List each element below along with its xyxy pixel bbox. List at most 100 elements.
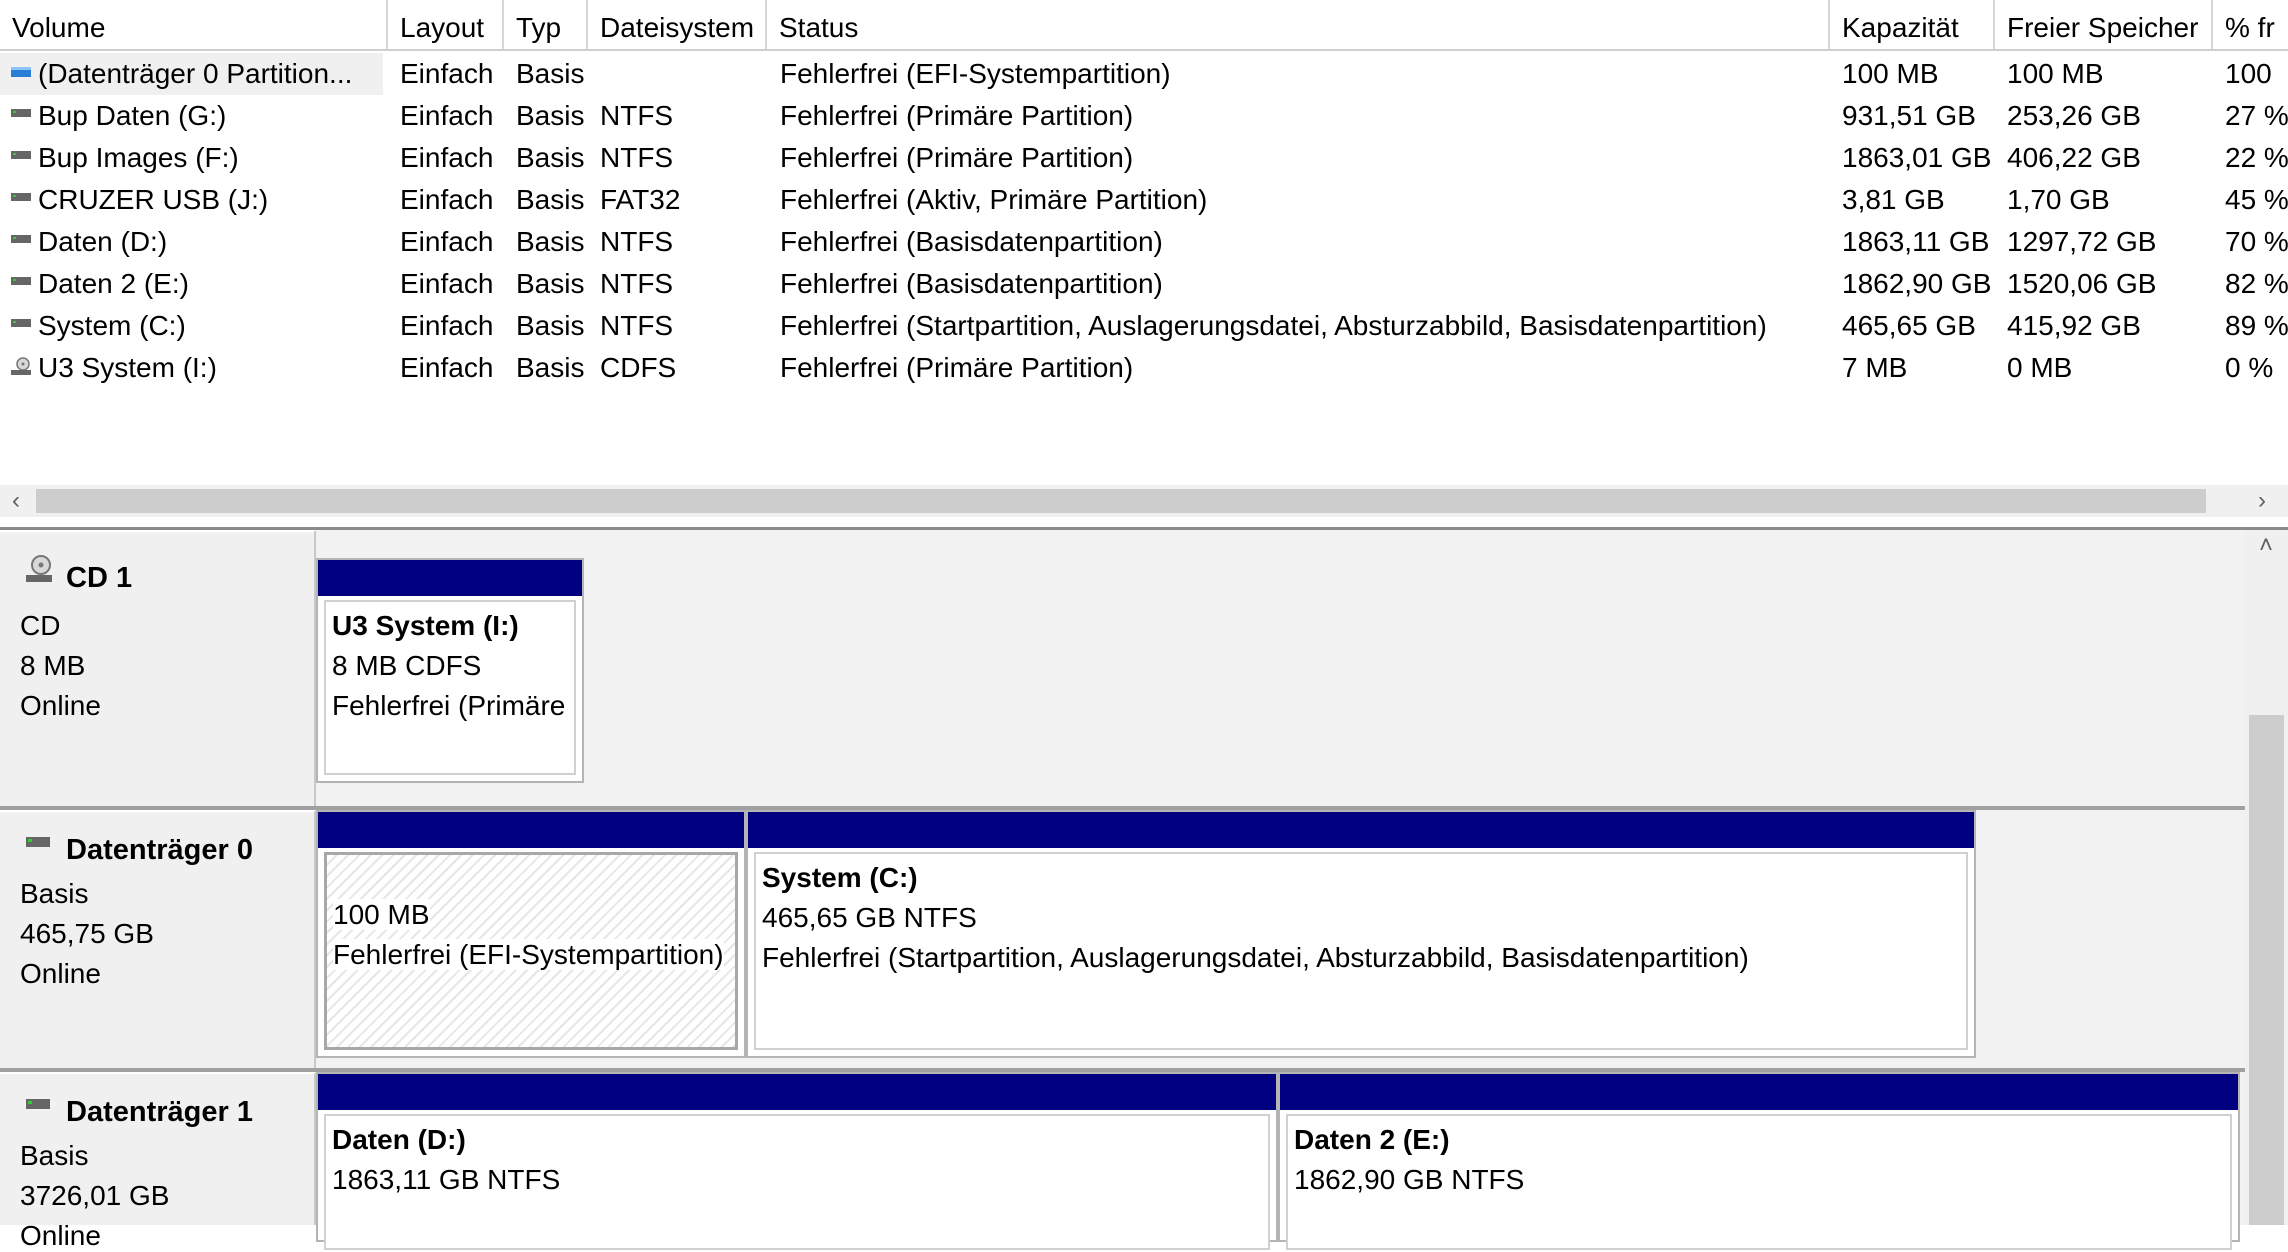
- volume-row[interactable]: Bup Daten (G:) Einfach Basis NTFS Fehlerfrei…: [0, 95, 2288, 137]
- drive-icon: [11, 193, 31, 201]
- volume-name: Daten (D:): [38, 226, 168, 257]
- volume-status-cell: Fehlerfrei (Basisdatenpartition): [780, 226, 1163, 257]
- volume-name-cell: Bup Daten (G:): [0, 95, 383, 137]
- scroll-right-icon[interactable]: ›: [2246, 485, 2278, 517]
- volume-row[interactable]: Daten 2 (E:) Einfach Basis NTFS Fehlerfrei (…: [0, 263, 2288, 305]
- column-header-percent-free[interactable]: % fr: [2213, 0, 2288, 49]
- drive-icon: [26, 1099, 50, 1109]
- partition-system-c[interactable]: System (C:) 465,65 GB NTFS Fehlerfrei (S…: [746, 810, 1976, 1058]
- volume-name-cell: (Datenträger 0 Partition...: [0, 53, 383, 95]
- volume-layout-cell: Einfach: [400, 142, 494, 173]
- scroll-left-icon[interactable]: ‹: [0, 485, 32, 517]
- volume-free-cell: 100 MB: [2007, 58, 2104, 89]
- volume-typ-cell: Basis: [516, 58, 585, 89]
- partition-body: Daten (D:) 1863,11 GB NTFS: [324, 1114, 1270, 1250]
- partition-efi[interactable]: 100 MB Fehlerfrei (EFI-Systempartition): [316, 810, 746, 1058]
- disk-label-cd1[interactable]: CD 1 CD 8 MB Online: [0, 530, 316, 806]
- drive-icon: [11, 319, 31, 327]
- volume-pct-cell: 89 %: [2225, 310, 2288, 341]
- drive-icon: [11, 151, 31, 159]
- volume-name-cell: Daten 2 (E:): [0, 263, 383, 305]
- volume-layout-cell: Einfach: [400, 268, 494, 299]
- column-header-typ[interactable]: Typ: [504, 0, 588, 49]
- volume-fs-cell: NTFS: [600, 268, 674, 299]
- volume-fs-cell: NTFS: [600, 142, 674, 173]
- partition-size: 100 MB: [333, 899, 430, 930]
- disk-label-disk1[interactable]: Datenträger 1 Basis 3726,01 GB Online: [0, 1072, 316, 1251]
- volume-pct-cell: 22 %: [2225, 142, 2288, 173]
- volume-pct-cell: 100: [2225, 58, 2272, 89]
- disk-state: Online: [20, 690, 101, 721]
- volume-name: Bup Images (F:): [38, 142, 239, 173]
- volume-name: Daten 2 (E:): [38, 268, 189, 299]
- partition-bar: [748, 812, 1974, 848]
- volume-status-cell: Fehlerfrei (Aktiv, Primäre Partition): [780, 184, 1208, 215]
- volume-layout-cell: Einfach: [400, 58, 494, 89]
- volume-name: System (C:): [38, 310, 186, 341]
- column-header-freier-speicher[interactable]: Freier Speicher: [1995, 0, 2213, 49]
- volume-status-cell: Fehlerfrei (Startpartition, Auslagerungs…: [780, 310, 1767, 341]
- column-header-dateisystem[interactable]: Dateisystem: [588, 0, 767, 49]
- disk-name: Datenträger 0: [66, 834, 253, 866]
- volume-status-cell: Fehlerfrei (Primäre Partition): [780, 142, 1134, 173]
- volume-name-cell: Bup Images (F:): [0, 137, 383, 179]
- volume-pct-cell: 0 %: [2225, 352, 2274, 383]
- volume-typ-cell: Basis: [516, 352, 585, 383]
- volume-name-cell: Daten (D:): [0, 221, 383, 263]
- volume-row[interactable]: System (C:) Einfach Basis NTFS Fehlerfrei (S…: [0, 305, 2288, 347]
- disk-type: Basis: [20, 878, 89, 909]
- column-header-volume[interactable]: Volume: [0, 0, 388, 49]
- volume-layout-cell: Einfach: [400, 226, 494, 257]
- volume-row[interactable]: U3 System (I:) Einfach Basis CDFS Fehlerfrei…: [0, 347, 2288, 389]
- partition-bar: [318, 560, 582, 596]
- volume-typ-cell: Basis: [516, 142, 585, 173]
- partition-size: 1863,11 GB NTFS: [332, 1164, 561, 1195]
- disk-size: 8 MB: [20, 650, 86, 681]
- volume-free-cell: 0 MB: [2007, 352, 2073, 383]
- partition-title: U3 System (I:): [332, 610, 519, 641]
- drive-icon: [11, 235, 31, 243]
- column-header-row: Volume Layout Typ Dateisystem Status Kap…: [0, 0, 2288, 51]
- volume-name: (Datenträger 0 Partition...: [38, 58, 353, 89]
- disk-name: Datenträger 1: [66, 1096, 253, 1128]
- disk-type: Basis: [20, 1140, 89, 1171]
- volume-list[interactable]: Volume Layout Typ Dateisystem Status Kap…: [0, 0, 2288, 530]
- disk-label-disk0[interactable]: Datenträger 0 Basis 465,75 GB Online: [0, 810, 316, 1068]
- column-header-layout[interactable]: Layout: [388, 0, 504, 49]
- scrollbar-thumb[interactable]: [36, 489, 2206, 513]
- volume-status-cell: Fehlerfrei (Primäre Partition): [780, 352, 1134, 383]
- partition-size: 1862,90 GB NTFS: [1294, 1164, 1525, 1195]
- volume-row[interactable]: CRUZER USB (J:) Einfach Basis FAT32 Fehlerfr…: [0, 179, 2288, 221]
- partition-title: Daten (D:): [332, 1124, 466, 1155]
- disk-type: CD: [20, 610, 61, 641]
- scrollbar-thumb[interactable]: [2249, 715, 2284, 1225]
- disk-map-pane: CD 1 CD 8 MB Online U3 System (I:) 8 MB …: [0, 530, 2288, 1251]
- partition-u3-system[interactable]: U3 System (I:) 8 MB CDFS Fehlerfrei (Pri…: [316, 558, 584, 783]
- volume-typ-cell: Basis: [516, 226, 585, 257]
- volume-layout-cell: Einfach: [400, 352, 494, 383]
- volume-layout-cell: Einfach: [400, 184, 494, 215]
- disk-row-cd1: CD 1 CD 8 MB Online U3 System (I:) 8 MB …: [0, 530, 2245, 806]
- partition-daten2-e[interactable]: Daten 2 (E:) 1862,90 GB NTFS: [1278, 1072, 2240, 1250]
- volume-row[interactable]: (Datenträger 0 Partition... Einfach Basis F…: [0, 53, 2288, 95]
- volume-name: Bup Daten (G:): [38, 100, 227, 131]
- vertical-scrollbar[interactable]: ˄: [2245, 530, 2288, 1225]
- partition-daten-d[interactable]: Daten (D:) 1863,11 GB NTFS: [316, 1072, 1278, 1250]
- scroll-up-icon[interactable]: ˄: [2250, 530, 2282, 562]
- horizontal-scrollbar[interactable]: ‹ ›: [0, 485, 2288, 517]
- volume-fs-cell: [600, 53, 767, 95]
- volume-pct-cell: 70 %: [2225, 226, 2288, 257]
- volume-typ-cell: Basis: [516, 268, 585, 299]
- volume-status-cell: Fehlerfrei (EFI-Systempartition): [780, 58, 1171, 89]
- volume-cap-cell: 100 MB: [1842, 58, 1939, 89]
- volume-row[interactable]: Daten (D:) Einfach Basis NTFS Fehlerfrei (Ba…: [0, 221, 2288, 263]
- volume-cap-cell: 1862,90 GB: [1842, 268, 1992, 299]
- volume-fs-cell: NTFS: [600, 310, 674, 341]
- volume-free-cell: 415,92 GB: [2007, 310, 2141, 341]
- volume-name-cell: U3 System (I:): [0, 347, 383, 389]
- volume-row[interactable]: Bup Images (F:) Einfach Basis NTFS Fehlerfre…: [0, 137, 2288, 179]
- column-header-status[interactable]: Status: [767, 0, 1830, 49]
- column-header-kapazitaet[interactable]: Kapazität: [1830, 0, 1995, 49]
- partition-status: Fehlerfrei (Primäre Partition): [332, 690, 574, 721]
- partition-body: U3 System (I:) 8 MB CDFS Fehlerfrei (Pri…: [324, 600, 576, 775]
